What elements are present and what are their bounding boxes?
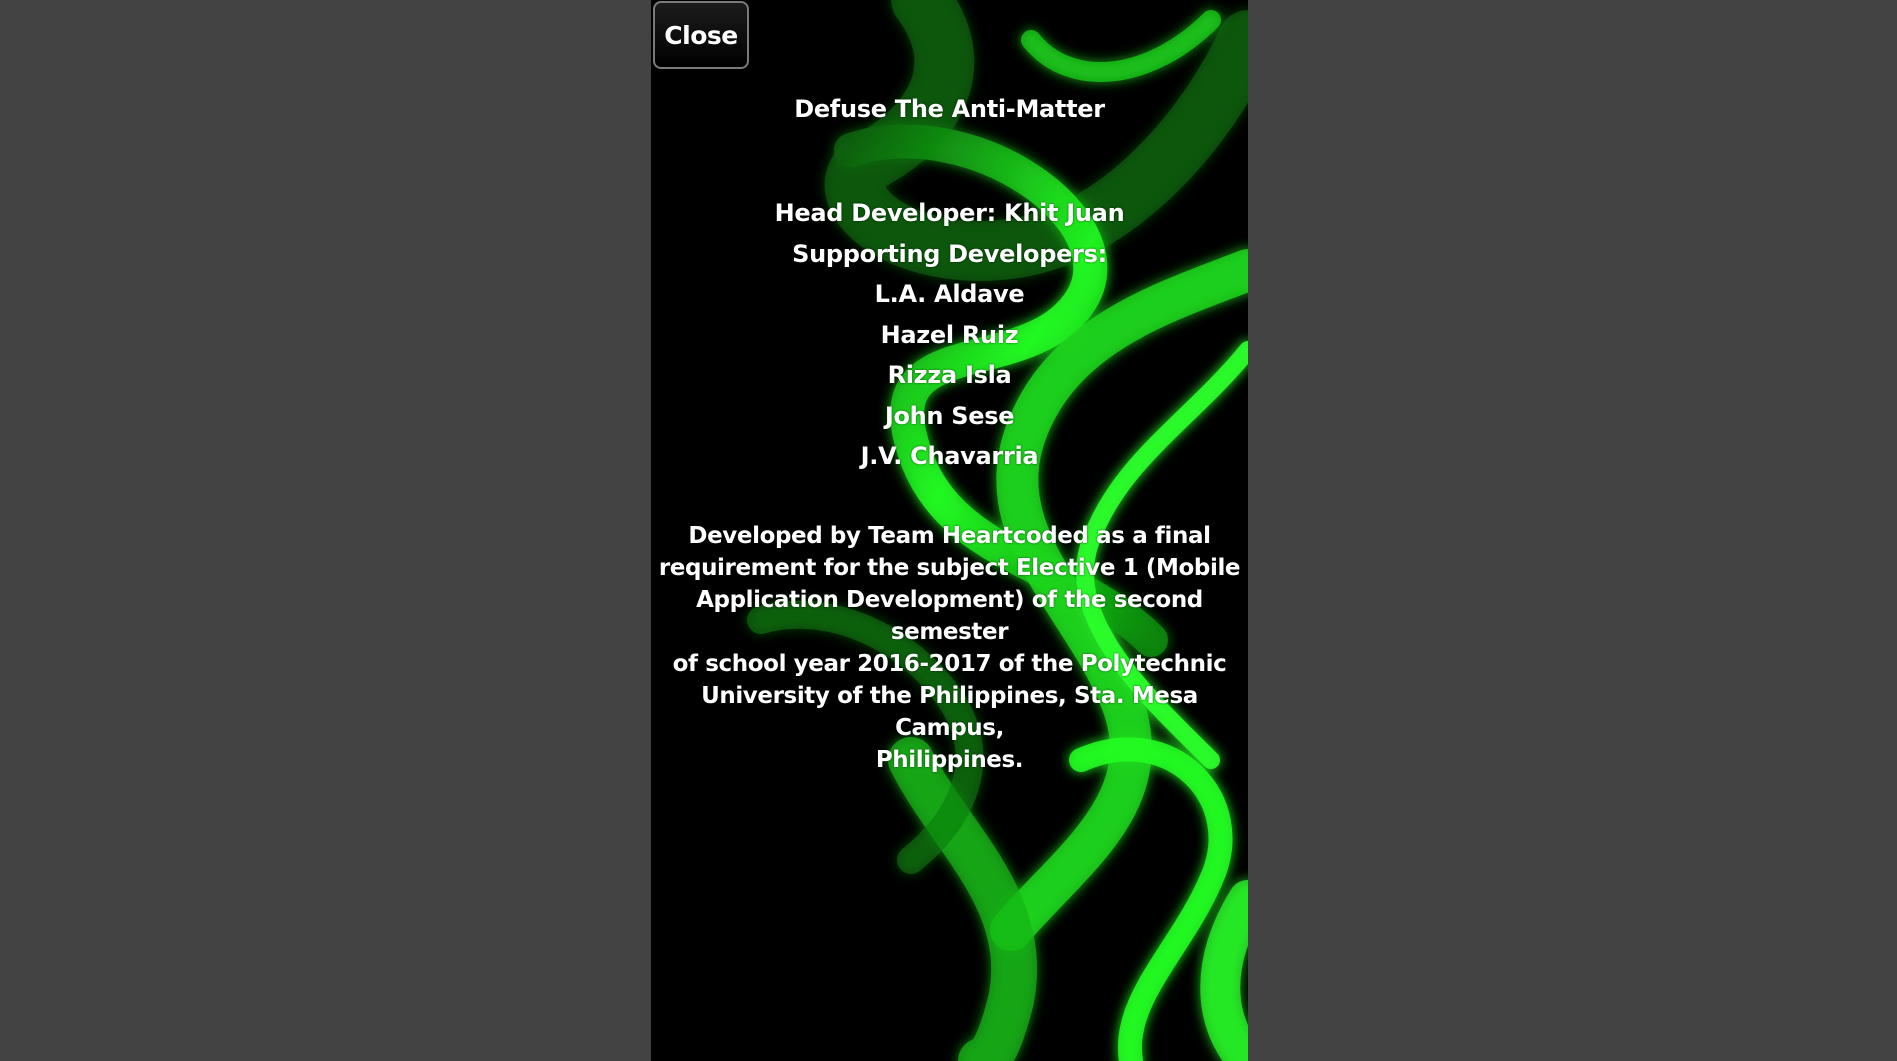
supporting-developer: J.V. Chavarria: [860, 442, 1039, 470]
blurb-line: requirement for the subject Elective 1 (…: [658, 555, 1241, 581]
supporting-developer: John Sese: [884, 401, 1015, 430]
supporting-developer: L.A. Aldave: [874, 280, 1025, 308]
supporting-developer: Hazel Ruiz: [880, 320, 1019, 349]
close-button[interactable]: Close: [653, 1, 749, 69]
supporting-developers-heading: Supporting Developers:: [792, 239, 1107, 268]
development-blurb: Developed by Team Heartcoded as a final …: [651, 520, 1248, 776]
blurb-line: Philippines.: [875, 747, 1024, 773]
developer-list: Head Developer: Khit Juan Supporting Dev…: [651, 193, 1248, 477]
screen-background: Close Defuse The Anti-Matter Head Develo…: [0, 0, 1897, 1061]
blurb-line: Application Development) of the second s…: [696, 587, 1203, 645]
blurb-line: Developed by Team Heartcoded as a final: [688, 523, 1211, 549]
game-title: Defuse The Anti-Matter: [794, 95, 1105, 123]
supporting-developer: Rizza Isla: [887, 361, 1012, 389]
blurb-line: of school year 2016-2017 of the Polytech…: [672, 651, 1227, 677]
blurb-line: University of the Philippines, Sta. Mesa…: [701, 683, 1198, 741]
head-developer: Head Developer: Khit Juan: [774, 199, 1125, 227]
credits-screen: Close Defuse The Anti-Matter Head Develo…: [651, 0, 1248, 1061]
